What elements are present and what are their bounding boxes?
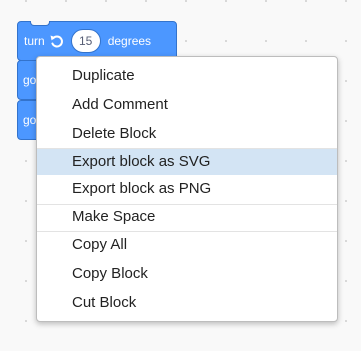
block-notch — [30, 21, 50, 26]
go-block-2-label: go — [23, 113, 37, 127]
rotate-left-icon — [49, 33, 65, 49]
turn-degrees-block[interactable]: turn 15 degrees — [17, 21, 177, 61]
degrees-input[interactable]: 15 — [70, 29, 101, 53]
turn-block-suffix: degrees — [107, 34, 152, 48]
menu-item-add-comment[interactable]: Add Comment — [37, 95, 337, 115]
menu-separator — [37, 231, 337, 232]
menu-item-export-svg[interactable]: Export block as SVG — [37, 149, 337, 175]
block-context-menu: Duplicate Add Comment Delete Block Expor… — [36, 56, 338, 322]
menu-item-delete-block[interactable]: Delete Block — [37, 124, 337, 144]
menu-item-cut-block[interactable]: Cut Block — [37, 293, 337, 313]
menu-item-export-png[interactable]: Export block as PNG — [37, 179, 337, 199]
menu-item-duplicate[interactable]: Duplicate — [37, 66, 337, 86]
menu-separator — [37, 204, 337, 205]
turn-block-label: turn — [24, 34, 45, 48]
menu-item-make-space[interactable]: Make Space — [37, 207, 337, 227]
menu-item-copy-all[interactable]: Copy All — [37, 235, 337, 255]
go-block-1-label: go — [23, 73, 37, 87]
menu-item-copy-block[interactable]: Copy Block — [37, 264, 337, 284]
